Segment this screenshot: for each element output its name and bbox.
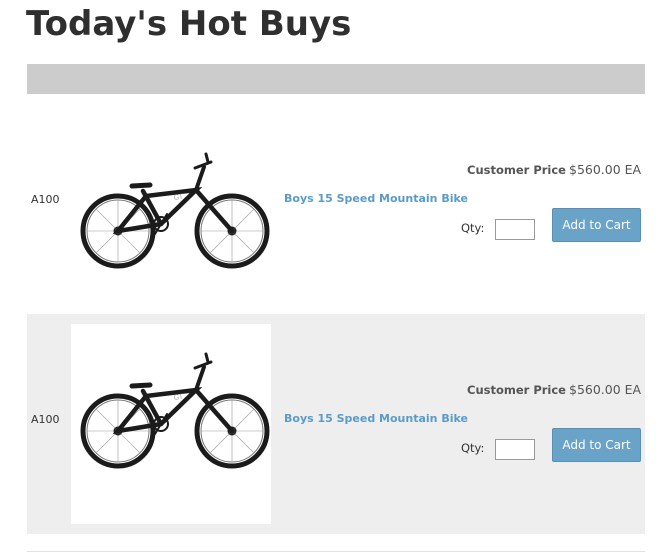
add-to-cart-button[interactable]: Add to Cart	[552, 428, 641, 462]
divider	[27, 551, 645, 552]
quantity-input[interactable]	[495, 219, 535, 240]
quantity-input[interactable]	[495, 439, 535, 460]
svg-text:GT: GT	[173, 193, 184, 202]
bmx-bike-image: GT	[80, 352, 270, 469]
bmx-bike-image: GT	[80, 152, 270, 269]
product-row: A100 GT Boys 15 Speed Mountain Bike Cust…	[27, 94, 645, 314]
qty-label: Qty:	[461, 441, 485, 455]
product-sku: A100	[31, 413, 60, 426]
page-title: Today's Hot Buys	[26, 4, 352, 44]
product-image[interactable]: GT	[71, 324, 271, 524]
customer-price-label: Customer Price	[467, 383, 566, 397]
price-value: $560.00 EA	[569, 382, 642, 397]
customer-price-label: Customer Price	[467, 163, 566, 177]
product-sku: A100	[31, 193, 60, 206]
product-name-link[interactable]: Boys 15 Speed Mountain Bike	[284, 412, 468, 425]
product-image[interactable]: GT	[71, 104, 271, 304]
svg-text:GT: GT	[173, 393, 184, 402]
price-value: $560.00 EA	[569, 162, 642, 177]
product-row: A100 GT Boys 15 Speed Mountain Bike Cust…	[27, 314, 645, 534]
add-to-cart-button[interactable]: Add to Cart	[552, 208, 641, 242]
list-header-bar	[27, 64, 645, 94]
qty-label: Qty:	[461, 221, 485, 235]
product-name-link[interactable]: Boys 15 Speed Mountain Bike	[284, 192, 468, 205]
